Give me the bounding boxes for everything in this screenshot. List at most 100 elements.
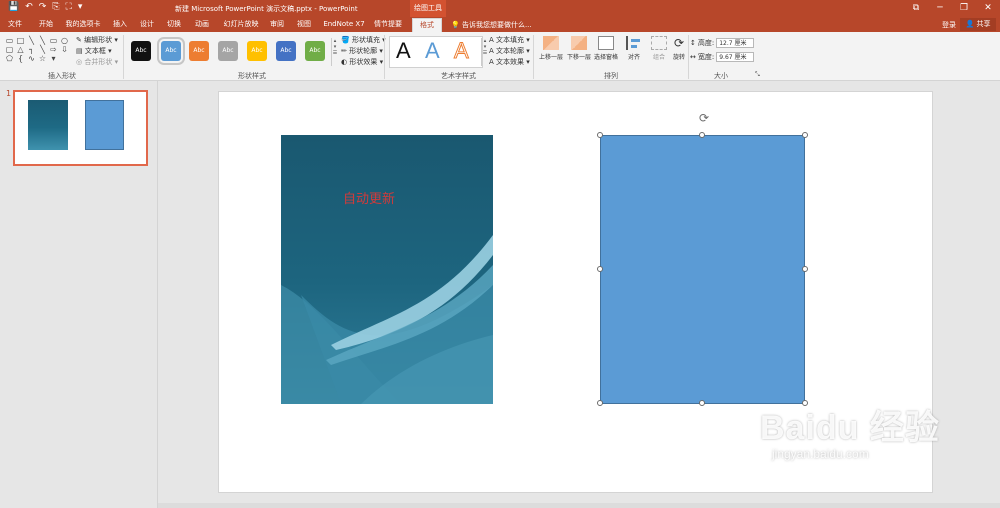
resize-handle-top-left[interactable]	[597, 132, 603, 138]
tab-4[interactable]: 设计	[137, 18, 157, 32]
paint-bucket-icon: 🪣	[341, 36, 350, 44]
resize-handle-right[interactable]	[802, 266, 808, 272]
save-icon[interactable]: 💾	[8, 2, 19, 12]
style-swatch[interactable]: Abc	[157, 37, 185, 65]
style-swatch[interactable]: Abc	[276, 41, 296, 61]
style-swatch[interactable]: Abc	[131, 41, 151, 61]
align-button[interactable]: 对齐	[620, 36, 648, 70]
group-label: 组合	[652, 54, 665, 61]
style-swatch[interactable]: Abc	[305, 41, 325, 61]
down-arrow-shape-icon[interactable]: ⇩	[59, 45, 70, 54]
shape-fill-button[interactable]: 🪣 形状填充 ▾	[341, 35, 386, 45]
ribbon-display-options-icon[interactable]: ⧉	[904, 0, 928, 17]
tab-1[interactable]: 开始	[36, 18, 56, 32]
edit-shape-icon: ✎	[76, 36, 82, 44]
share-button[interactable]: 👤 共享	[960, 18, 996, 31]
rectangle-shape-icon[interactable]: ▭	[48, 36, 59, 45]
height-spinner[interactable]: 12.7 厘米	[716, 38, 755, 48]
rectangle-shape-icon[interactable]: □	[15, 36, 26, 45]
shapes-gallery[interactable]: ▭ □ ╲ ╲ ▭ ○ ▢ △ ┐ ╲ ⇨ ⇩ ⬠ { ∿ ☆ ▾	[4, 36, 70, 64]
ribbon: ▭ □ ╲ ╲ ▭ ○ ▢ △ ┐ ╲ ⇨ ⇩ ⬠ { ∿ ☆ ▾ ✎ 编辑形状…	[0, 32, 1000, 81]
bring-forward-button[interactable]: 上移一层	[537, 36, 565, 70]
resize-handle-top[interactable]	[699, 132, 705, 138]
redo-icon[interactable]: ↷	[39, 2, 47, 12]
rounded-rect-shape-icon[interactable]: ▢	[4, 45, 15, 54]
edit-shape-button[interactable]: ✎ 编辑形状 ▾	[76, 35, 118, 45]
auto-update-text[interactable]: 自动更新	[343, 188, 395, 207]
selection-pane-button[interactable]: 选择窗格	[592, 36, 620, 70]
text-box-button[interactable]: ▤ 文本框 ▾	[76, 46, 112, 56]
style-swatch[interactable]: Abc	[218, 41, 238, 61]
rotation-handle-icon[interactable]: ⟳	[698, 112, 710, 124]
send-backward-button[interactable]: 下移一层	[565, 36, 593, 70]
connector-shape-icon[interactable]: ┐	[26, 45, 37, 54]
wordart-style-black[interactable]: A	[396, 38, 411, 64]
curve-shape-icon[interactable]: ∿	[26, 54, 37, 63]
background-picture[interactable]	[281, 135, 493, 404]
brace-shape-icon[interactable]: {	[15, 54, 26, 63]
merge-shapes-icon: ◎	[76, 58, 83, 66]
selection-pane-icon	[598, 36, 614, 50]
resize-handle-top-right[interactable]	[802, 132, 808, 138]
tab-6[interactable]: 动画	[192, 18, 212, 32]
textbox-shape-icon[interactable]: ▭	[4, 36, 15, 45]
pentagon-shape-icon[interactable]: ⬠	[4, 54, 15, 63]
shape-styles-group-label: 形状样式	[238, 72, 266, 80]
restore-icon[interactable]: ❐	[952, 0, 976, 17]
size-dialog-launcher-icon[interactable]: ⤡	[755, 71, 760, 79]
shape-effects-button[interactable]: ◐ 形状效果 ▾	[341, 57, 383, 67]
tab-8[interactable]: 审阅	[267, 18, 287, 32]
line-shape-icon[interactable]: ╲	[37, 45, 48, 54]
merge-shapes-button[interactable]: ◎ 合并形状 ▾	[76, 57, 118, 67]
triangle-shape-icon[interactable]: △	[15, 45, 26, 54]
horizontal-scrollbar[interactable]	[158, 503, 1000, 508]
tab-7[interactable]: 幻灯片放映	[220, 18, 262, 32]
text-box-icon: ▤	[76, 47, 83, 55]
lightbulb-icon: 💡	[451, 21, 460, 29]
tab-3[interactable]: 插入	[110, 18, 130, 32]
oval-shape-icon[interactable]: ○	[59, 36, 70, 45]
wordart-gallery-scroll[interactable]: ▴ ▾ ☰	[481, 38, 488, 66]
document-title: 新建 Microsoft PowerPoint 演示文稿.pptx - Powe…	[175, 5, 358, 13]
slide-thumbnail-pane: 1	[0, 81, 158, 508]
wordart-styles-group-label: 艺术字样式	[441, 72, 476, 80]
more-shapes-icon[interactable]: ▾	[48, 54, 59, 63]
tab-11[interactable]: 情节提要	[371, 18, 405, 32]
text-outline-button[interactable]: A 文本轮廓 ▾	[489, 46, 530, 56]
undo-icon[interactable]: ↶	[25, 2, 33, 12]
wordart-style-blue[interactable]: A	[425, 38, 440, 64]
style-swatch[interactable]: Abc	[247, 41, 267, 61]
selected-rectangle-shape[interactable]	[600, 135, 805, 404]
height-label: 高度:	[697, 39, 715, 47]
tab-10[interactable]: EndNote X7	[322, 18, 366, 32]
width-spinner[interactable]: 9.67 厘米	[716, 52, 755, 62]
width-label: 宽度:	[697, 53, 715, 61]
tab-0[interactable]: 文件	[4, 18, 26, 32]
tell-me-search[interactable]: 💡 告诉我您想要做什么...	[451, 20, 532, 30]
sign-in-link[interactable]: 登录	[942, 20, 956, 30]
start-slideshow-icon[interactable]: ⎘	[52, 2, 59, 12]
resize-handle-left[interactable]	[597, 266, 603, 272]
shape-outline-button[interactable]: ✏ 形状轮廓 ▾	[341, 46, 383, 56]
line-shape-icon[interactable]: ╲	[37, 36, 48, 45]
close-icon[interactable]: ✕	[976, 0, 1000, 17]
customize-qat-icon[interactable]: ▾	[78, 2, 83, 12]
arrow-shape-icon[interactable]: ⇨	[48, 45, 59, 54]
shape-fill-label: 形状填充 ▾	[351, 36, 386, 44]
star-shape-icon[interactable]: ☆	[37, 54, 48, 63]
resize-handle-bottom[interactable]	[699, 400, 705, 406]
styles-gallery-scroll[interactable]: ▴ ▾ ☰	[331, 38, 338, 66]
style-swatch[interactable]: Abc	[189, 41, 209, 61]
tab-9[interactable]: 视图	[294, 18, 314, 32]
text-fill-button[interactable]: A 文本填充 ▾	[489, 35, 530, 45]
minimize-icon[interactable]: ─	[928, 0, 952, 17]
line-shape-icon[interactable]: ╲	[26, 36, 37, 45]
resize-handle-bottom-left[interactable]	[597, 400, 603, 406]
tab-12[interactable]: 格式	[412, 18, 442, 32]
slide-thumbnail[interactable]	[13, 90, 148, 166]
tab-5[interactable]: 切换	[164, 18, 184, 32]
tab-2[interactable]: 我的选项卡	[64, 18, 102, 32]
print-preview-icon[interactable]: ⛶	[66, 2, 72, 12]
wordart-style-orange-outline[interactable]: A	[454, 38, 470, 64]
text-effects-button[interactable]: A 文本效果 ▾	[489, 57, 530, 67]
